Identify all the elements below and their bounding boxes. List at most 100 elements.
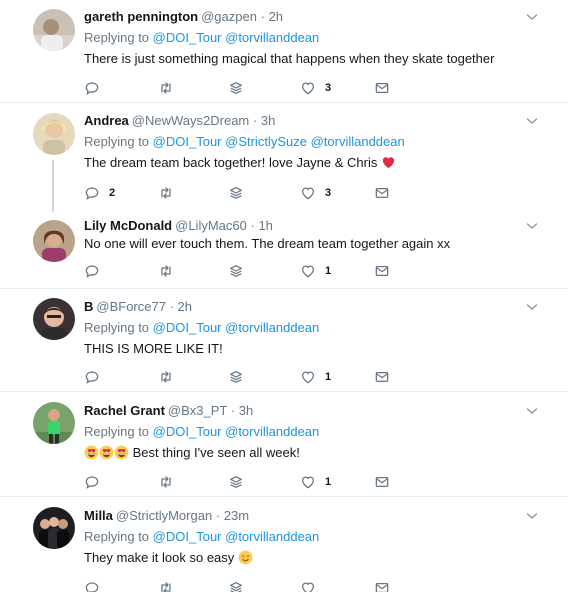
tweet-item[interactable]: B @BForce77 · 2h Replying to @DOI_Tour @t… — [0, 290, 568, 392]
timestamp[interactable]: 23m — [224, 508, 249, 523]
timestamp[interactable]: 2h — [269, 9, 283, 24]
stack-button[interactable] — [228, 78, 244, 98]
user-name[interactable]: Rachel Grant — [84, 403, 165, 418]
retweet-button[interactable] — [158, 578, 174, 592]
dm-button[interactable] — [374, 183, 390, 203]
like-button[interactable]: 1 — [300, 261, 331, 281]
chevron-down-icon[interactable] — [526, 115, 538, 127]
user-handle[interactable]: @LilyMac60 — [175, 218, 247, 233]
tweet-text: The dream team back together! love Jayne… — [84, 155, 378, 170]
retweet-button[interactable] — [158, 367, 174, 387]
user-handle[interactable]: @StrictlyMorgan — [116, 508, 212, 523]
tweet-item[interactable]: Lily McDonald @LilyMac60 · 1h No one will… — [0, 208, 568, 289]
reply-button[interactable] — [84, 367, 109, 387]
tweet-item[interactable]: Andrea @NewWays2Dream · 3h Replying to @D… — [0, 104, 568, 212]
mention-link[interactable]: @DOI_Tour — [153, 424, 222, 439]
avatar[interactable] — [33, 298, 75, 340]
user-name[interactable]: B — [84, 299, 93, 314]
reply-button[interactable] — [84, 578, 109, 592]
like-button[interactable]: 1 — [300, 367, 331, 387]
stack-button[interactable] — [228, 183, 244, 203]
reply-button[interactable] — [84, 78, 109, 98]
retweet-button[interactable] — [158, 472, 174, 492]
chevron-down-icon[interactable] — [526, 220, 538, 232]
tweet-actions: 1 — [84, 367, 404, 387]
tweet-text-row: The dream team back together! love Jayne… — [84, 154, 538, 172]
heart-icon — [300, 369, 316, 385]
user-name[interactable]: Milla — [84, 508, 113, 523]
chevron-down-icon[interactable] — [526, 405, 538, 417]
dm-button[interactable] — [374, 367, 390, 387]
dm-button[interactable] — [374, 578, 390, 592]
chevron-down-icon[interactable] — [526, 301, 538, 313]
dm-button[interactable] — [374, 472, 390, 492]
timestamp[interactable]: 2h — [178, 299, 192, 314]
reply-icon — [84, 369, 100, 385]
reply-icon — [84, 474, 100, 490]
mention-link[interactable]: @torvillanddean — [225, 320, 319, 335]
stack-button[interactable] — [228, 578, 244, 592]
chevron-down-icon[interactable] — [526, 11, 538, 23]
retweet-icon — [158, 369, 174, 385]
like-button[interactable]: 3 — [300, 183, 331, 203]
like-button[interactable]: 1 — [300, 472, 331, 492]
user-handle[interactable]: @Bx3_PT — [168, 403, 227, 418]
heart-icon — [300, 580, 316, 592]
avatar[interactable] — [33, 507, 75, 549]
mention-link[interactable]: @torvillanddean — [225, 424, 319, 439]
mention-link[interactable]: @DOI_Tour — [153, 529, 222, 544]
envelope-icon — [374, 185, 390, 201]
mention-link[interactable]: @DOI_Tour — [153, 30, 222, 45]
tweet-actions: 1 — [84, 472, 404, 492]
timestamp[interactable]: 3h — [261, 113, 275, 128]
stack-button[interactable] — [228, 367, 244, 387]
tweet-actions: 1 — [84, 261, 404, 281]
dm-button[interactable] — [374, 261, 390, 281]
like-count: 1 — [325, 476, 332, 488]
retweet-icon — [158, 263, 174, 279]
user-handle[interactable]: @BForce77 — [96, 299, 166, 314]
chevron-down-icon[interactable] — [526, 510, 538, 522]
avatar[interactable] — [33, 402, 75, 444]
like-button[interactable] — [300, 578, 325, 592]
mention-link[interactable]: @DOI_Tour — [153, 320, 222, 335]
tweet-actions: 3 — [84, 78, 404, 98]
tweet-text: No one will ever touch them. The dream t… — [84, 236, 451, 251]
tweet-text-row: Best thing I've seen all week! — [84, 444, 538, 462]
tweet-text: Best thing I've seen all week! — [132, 445, 300, 460]
mention-link[interactable]: @torvillanddean — [225, 30, 319, 45]
retweet-button[interactable] — [158, 78, 174, 98]
user-handle[interactable]: @gazpen — [201, 9, 257, 24]
user-name[interactable]: Lily McDonald — [84, 218, 172, 233]
reply-icon — [84, 185, 100, 201]
avatar[interactable] — [33, 113, 75, 155]
user-name[interactable]: Andrea — [84, 113, 129, 128]
retweet-button[interactable] — [158, 261, 174, 281]
user-handle[interactable]: @NewWays2Dream — [132, 113, 249, 128]
avatar[interactable] — [33, 220, 75, 262]
tweet-item[interactable]: gareth pennington @gazpen · 2h Replying t… — [0, 0, 568, 103]
envelope-icon — [374, 369, 390, 385]
like-button[interactable]: 3 — [300, 78, 331, 98]
mention-link[interactable]: @DOI_Tour — [153, 134, 222, 149]
replying-to: Replying to @DOI_Tour @StrictlySuze @tor… — [84, 133, 538, 151]
reply-button[interactable] — [84, 472, 109, 492]
retweet-button[interactable] — [158, 183, 174, 203]
tweet-item[interactable]: Milla @StrictlyMorgan · 23m Replying to @… — [0, 498, 568, 592]
mention-link[interactable]: @torvillanddean — [311, 134, 405, 149]
stack-button[interactable] — [228, 472, 244, 492]
timestamp[interactable]: 1h — [258, 218, 272, 233]
tweet-item[interactable]: Rachel Grant @Bx3_PT · 3h Replying to @DO… — [0, 393, 568, 497]
mention-link[interactable]: @StrictlySuze — [225, 134, 307, 149]
avatar[interactable] — [33, 9, 75, 51]
dm-button[interactable] — [374, 78, 390, 98]
user-name[interactable]: gareth pennington — [84, 9, 198, 24]
reply-button[interactable]: 2 — [84, 183, 115, 203]
reply-button[interactable] — [84, 261, 109, 281]
replying-to-label: Replying to — [84, 529, 150, 544]
timestamp[interactable]: 3h — [239, 403, 253, 418]
tweet-header: Lily McDonald @LilyMac60 · 1h — [84, 217, 538, 235]
stack-button[interactable] — [228, 261, 244, 281]
like-count: 3 — [325, 82, 332, 94]
mention-link[interactable]: @torvillanddean — [225, 529, 319, 544]
